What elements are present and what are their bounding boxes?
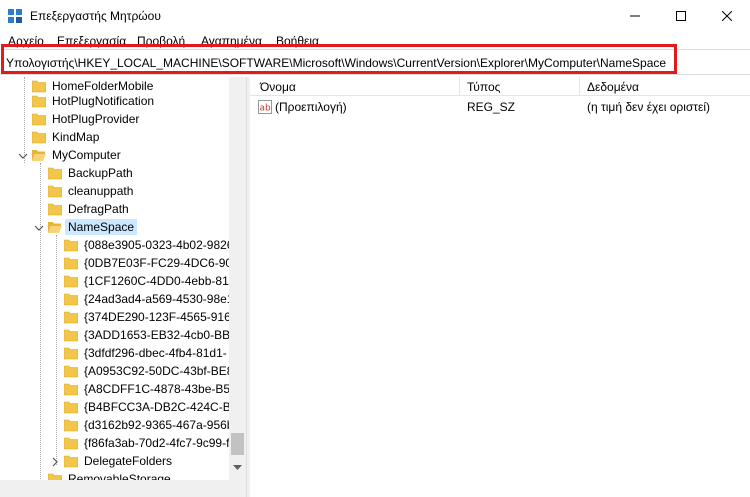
folder-open-icon <box>32 150 46 161</box>
scroll-down-icon[interactable] <box>233 463 242 472</box>
maximize-icon <box>676 11 686 21</box>
svg-text:ab: ab <box>260 104 272 114</box>
tree-item-guid[interactable]: {24ad3ad4-a569-4530-98e1- <box>64 290 237 308</box>
column-data[interactable]: Δεδομένα <box>580 77 750 96</box>
folder-icon <box>64 311 78 324</box>
tree-guide-line <box>40 163 41 497</box>
folder-icon <box>64 401 78 414</box>
value-data: (η τιμή δεν έχει οριστεί) <box>587 100 711 114</box>
folder-icon <box>64 347 78 360</box>
folder-icon <box>64 275 78 288</box>
close-button[interactable] <box>704 0 750 32</box>
tree-item-namespace[interactable]: NameSpace <box>48 218 138 236</box>
minimize-button[interactable] <box>612 0 658 32</box>
tree-item-guid[interactable]: {3dfdf296-dbec-4fb4-81d1- <box>64 344 227 362</box>
tree-item-backuppath[interactable]: BackupPath <box>48 164 133 182</box>
tree-item-guid[interactable]: {A8CDFF1C-4878-43be-B5F <box>64 380 237 398</box>
maximize-button[interactable] <box>658 0 704 32</box>
folder-icon <box>48 167 62 180</box>
folder-icon <box>48 185 62 198</box>
tree-item-guid[interactable]: {1CF1260C-4DD0-4ebb-811 <box>64 272 235 290</box>
tree-item-guid[interactable]: {B4BFCC3A-DB2C-424C-B0 <box>64 398 237 416</box>
tree-item-guid[interactable]: {d3162b92-9365-467a-956b- <box>64 416 237 434</box>
table-row[interactable]: ab (Προεπιλογή) REG_SZ (η τιμή δεν έχει … <box>250 98 750 116</box>
folder-open-icon <box>48 222 62 233</box>
chevron-down-icon[interactable] <box>34 223 44 233</box>
tree-item-guid[interactable]: {374DE290-123F-4565-9164- <box>64 308 241 326</box>
tree-item-guid[interactable]: {A0953C92-50DC-43bf-BE83 <box>64 362 240 380</box>
values-list[interactable]: Όνομα Τύπος Δεδομένα ab (Προεπιλογή) REG… <box>250 77 750 497</box>
folder-icon <box>64 329 78 342</box>
tree-item-mycomputer[interactable]: MyComputer <box>32 146 121 164</box>
chevron-down-icon[interactable] <box>18 151 28 161</box>
folder-icon <box>64 437 78 450</box>
tree-item-defragpath[interactable]: DefragPath <box>48 200 129 218</box>
list-header: Όνομα Τύπος Δεδομένα <box>250 77 750 96</box>
tree-vertical-scrollbar[interactable] <box>229 77 246 480</box>
close-icon <box>722 11 732 21</box>
tree-item-guid[interactable]: {f86fa3ab-70d2-4fc7-9c99-f <box>64 434 229 452</box>
tree-horizontal-scrollbar[interactable] <box>0 480 246 497</box>
registry-editor-icon <box>8 9 22 23</box>
string-value-icon: ab <box>258 100 272 114</box>
tree-item-hotplugnotification[interactable]: HotPlugNotification <box>32 92 154 110</box>
tree-item-kindmap[interactable]: KindMap <box>32 128 99 146</box>
folder-icon <box>64 293 78 306</box>
folder-icon <box>32 80 46 93</box>
tree-item-guid[interactable]: {3ADD1653-EB32-4cb0-BBD <box>64 326 239 344</box>
tree-item-hotplugprovider[interactable]: HotPlugProvider <box>32 110 139 128</box>
folder-icon <box>48 203 62 216</box>
value-name: (Προεπιλογή) <box>275 100 347 114</box>
value-type: REG_SZ <box>467 100 516 114</box>
key-tree[interactable]: HomeFolderMobile HotPlugNotification Hot… <box>0 77 246 497</box>
address-highlight-box <box>1 44 677 74</box>
folder-icon <box>64 455 78 468</box>
folder-icon <box>64 257 78 270</box>
window-title: Επεξεργαστής Μητρώου <box>30 9 161 23</box>
folder-icon <box>32 113 46 126</box>
tree-guide-line <box>56 235 57 465</box>
folder-icon <box>64 383 78 396</box>
chevron-right-icon[interactable] <box>50 457 60 467</box>
tree-item-delegatefolders[interactable]: DelegateFolders <box>64 452 172 470</box>
folder-icon <box>64 419 78 432</box>
folder-icon <box>32 131 46 144</box>
column-type[interactable]: Τύπος <box>460 77 580 96</box>
scroll-thumb[interactable] <box>231 433 244 455</box>
tree-item-cleanuppath[interactable]: cleanuppath <box>48 182 133 200</box>
minimize-icon <box>630 15 640 17</box>
folder-icon <box>32 95 46 108</box>
folder-icon <box>64 239 78 252</box>
title-bar: Επεξεργαστής Μητρώου <box>0 0 750 32</box>
tree-item-guid[interactable]: {088e3905-0323-4b02-9826- <box>64 236 237 254</box>
column-name[interactable]: Όνομα <box>250 77 460 96</box>
folder-icon <box>64 365 78 378</box>
tree-item-guid[interactable]: {0DB7E03F-FC29-4DC6-902C <box>64 254 246 272</box>
